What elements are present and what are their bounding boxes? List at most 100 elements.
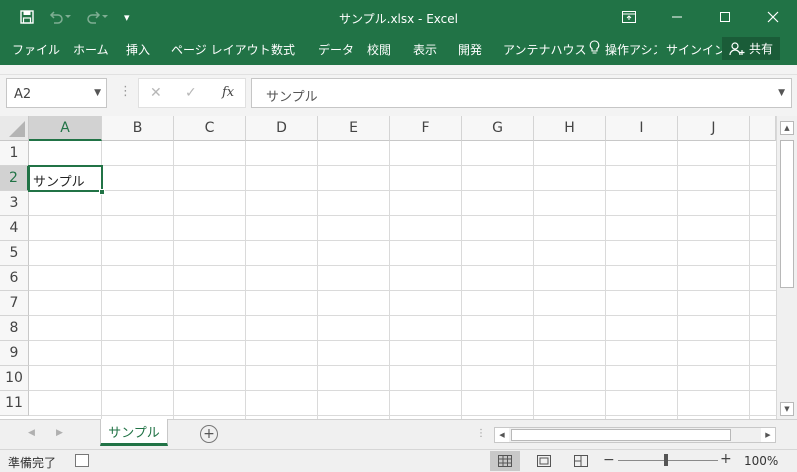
column-header-b[interactable]: B: [102, 116, 174, 141]
column-header-c[interactable]: C: [174, 116, 246, 141]
gridline: [29, 165, 776, 166]
row-header-2[interactable]: 2: [0, 166, 29, 191]
tab-developer[interactable]: 開発: [458, 41, 482, 58]
gridline: [173, 141, 174, 419]
gridline: [605, 141, 606, 419]
tab-view[interactable]: 表示: [413, 41, 437, 58]
gridline: [29, 340, 776, 341]
cancel-icon[interactable]: ✕: [150, 85, 162, 101]
status-ready-text: 準備完了: [8, 456, 57, 470]
gridline: [389, 141, 390, 419]
save-icon: [20, 10, 34, 24]
tell-me-box[interactable]: 操作アシス: [605, 41, 657, 58]
undo-button[interactable]: [48, 7, 72, 27]
row-header-5[interactable]: 5: [0, 241, 29, 266]
formula-buttons: ✕ ✓ fx: [138, 78, 246, 108]
vertical-scroll-thumb[interactable]: [780, 140, 794, 288]
column-header-e[interactable]: E: [318, 116, 390, 141]
row-header-6[interactable]: 6: [0, 266, 29, 291]
gridline: [677, 141, 678, 419]
column-header-h[interactable]: H: [534, 116, 606, 141]
select-all-button[interactable]: [0, 116, 29, 141]
share-label: 共有: [748, 42, 773, 56]
sign-in-link[interactable]: サインイン: [666, 41, 726, 58]
column-header-i[interactable]: I: [606, 116, 678, 141]
ribbon-collapsed-area: [0, 65, 797, 75]
worksheet-grid[interactable]: A B C D E F G H I J 1 2 3 4 5 6 7 8 9 10…: [0, 116, 797, 419]
formula-bar-splitter[interactable]: ⋮: [119, 84, 132, 99]
horizontal-scroll-thumb[interactable]: [511, 429, 731, 441]
minimize-icon: [672, 16, 682, 18]
row-header-10[interactable]: 10: [0, 366, 29, 391]
tab-page-layout[interactable]: ページ レイアウト: [171, 41, 271, 58]
active-cell-outline: [28, 165, 103, 192]
gridline: [29, 215, 776, 216]
scroll-up-icon[interactable]: ▲: [780, 121, 794, 135]
undo-icon: [49, 11, 71, 24]
normal-view-button[interactable]: [490, 451, 520, 471]
gridline: [749, 141, 750, 419]
column-header-partial[interactable]: [750, 116, 776, 141]
gridline: [29, 415, 776, 416]
zoom-slider[interactable]: [618, 460, 718, 461]
gridline: [29, 265, 776, 266]
share-button[interactable]: 共有: [722, 37, 780, 60]
scroll-down-icon[interactable]: ▼: [780, 402, 794, 416]
column-header-d[interactable]: D: [246, 116, 318, 141]
maximize-icon: [720, 12, 730, 22]
column-header-g[interactable]: G: [462, 116, 534, 141]
insert-function-button[interactable]: fx: [222, 85, 234, 100]
maximize-button[interactable]: [701, 0, 749, 34]
zoom-level[interactable]: 100%: [744, 454, 778, 468]
sheet-nav-next-icon[interactable]: ▶: [56, 428, 63, 438]
column-header-f[interactable]: F: [390, 116, 462, 141]
gridline: [245, 141, 246, 419]
page-break-view-button[interactable]: [566, 451, 596, 471]
enter-check-icon[interactable]: ✓: [185, 85, 197, 101]
customize-qat-button[interactable]: ▾: [124, 7, 130, 27]
expand-formula-bar-icon[interactable]: ▼: [778, 88, 785, 98]
horizontal-scrollbar[interactable]: ◀ ▶: [494, 427, 776, 443]
zoom-in-button[interactable]: +: [720, 451, 732, 467]
row-header-11[interactable]: 11: [0, 391, 29, 416]
add-sheet-icon[interactable]: +: [200, 425, 218, 443]
sheet-tab-sample[interactable]: サンプル: [100, 419, 168, 446]
close-icon: [767, 11, 779, 23]
tab-review[interactable]: 校閲: [367, 41, 391, 58]
column-header-a[interactable]: A: [29, 116, 102, 141]
column-header-j[interactable]: J: [678, 116, 750, 141]
page-layout-view-button[interactable]: [529, 451, 559, 471]
row-header-4[interactable]: 4: [0, 216, 29, 241]
tab-antenna-house[interactable]: アンテナハウス: [503, 41, 587, 58]
row-header-9[interactable]: 9: [0, 341, 29, 366]
formula-input[interactable]: サンプル ▼: [251, 78, 792, 108]
chevron-down-icon[interactable]: ▼: [94, 88, 101, 98]
row-header-3[interactable]: 3: [0, 191, 29, 216]
ribbon-display-options-button[interactable]: [605, 0, 653, 34]
quick-access-toolbar: ▾: [20, 7, 130, 27]
zoom-out-button[interactable]: −: [603, 452, 615, 468]
redo-button[interactable]: [86, 7, 110, 27]
tab-home[interactable]: ホーム: [73, 41, 109, 58]
name-box[interactable]: A2 ▼: [6, 78, 107, 108]
tab-formulas[interactable]: 数式: [271, 41, 295, 58]
tell-me-lightbulb-icon[interactable]: [589, 40, 600, 58]
row-header-7[interactable]: 7: [0, 291, 29, 316]
zoom-slider-thumb[interactable]: [664, 454, 668, 466]
close-button[interactable]: [749, 0, 797, 34]
scroll-left-icon[interactable]: ◀: [495, 428, 509, 442]
minimize-button[interactable]: [653, 0, 701, 34]
tab-file[interactable]: ファイル: [12, 41, 60, 58]
tab-insert[interactable]: 挿入: [126, 41, 150, 58]
gridline: [29, 240, 776, 241]
macro-record-icon[interactable]: [75, 454, 89, 467]
scroll-right-icon[interactable]: ▶: [761, 428, 775, 442]
vertical-scrollbar[interactable]: ▲ ▼: [776, 116, 797, 419]
row-header-1[interactable]: 1: [0, 141, 29, 166]
tab-splitter-handle[interactable]: ⋮: [476, 428, 486, 439]
save-button[interactable]: [20, 7, 34, 27]
row-header-8[interactable]: 8: [0, 316, 29, 341]
tab-data[interactable]: データ: [318, 41, 354, 58]
fill-handle[interactable]: [99, 189, 105, 195]
sheet-nav-prev-icon[interactable]: ◀: [28, 428, 35, 438]
